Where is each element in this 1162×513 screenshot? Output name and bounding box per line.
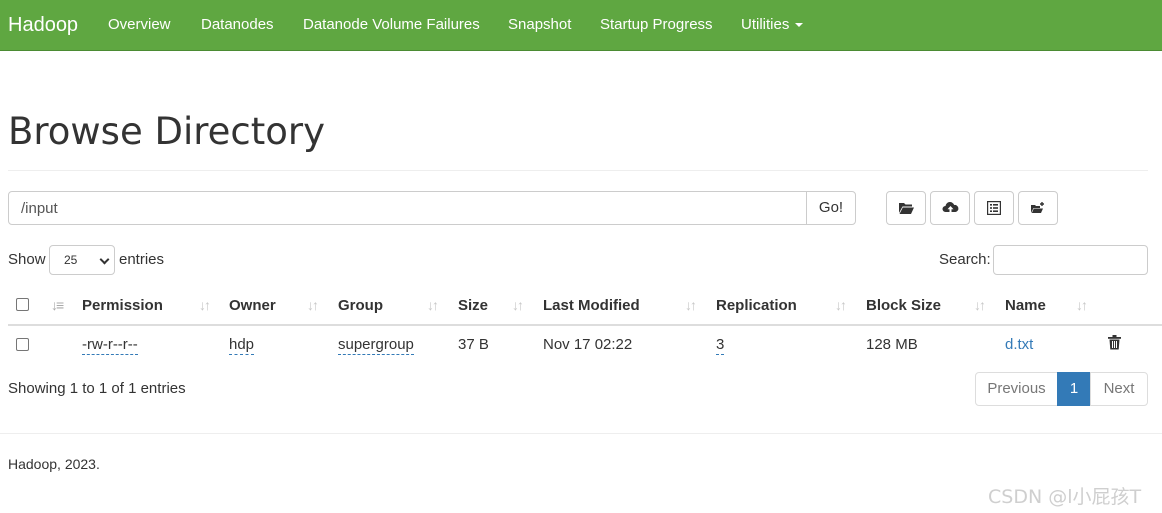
nav-utilities-label: Utilities (741, 16, 790, 33)
cell-last-modified: Nov 17 02:22 (543, 336, 633, 353)
search-label: Search: (939, 251, 991, 268)
cloud-upload-icon (942, 202, 958, 214)
nav-snapshot[interactable]: Snapshot (508, 16, 571, 33)
cell-permission[interactable]: -rw-r--r-- (82, 336, 138, 355)
cell-replication[interactable]: 3 (716, 336, 725, 355)
chevron-down-icon (99, 254, 110, 265)
paste-icon (1031, 202, 1044, 213)
col-header-group[interactable]: Group (338, 297, 383, 314)
sort-asc-icon[interactable]: ↓≡ (51, 297, 64, 313)
folder-open-icon (899, 203, 914, 214)
caret-down-icon (795, 23, 804, 28)
file-name-link[interactable]: d.txt (1005, 336, 1033, 353)
create-directory-button[interactable] (886, 191, 926, 225)
sort-icon[interactable]: ↓↑ (974, 297, 986, 313)
watermark-text: CSDN @l小屁孩T (988, 486, 1142, 508)
table-info-status: Showing 1 to 1 of 1 entries (8, 380, 186, 397)
top-navbar: Hadoop Overview Datanodes Datanode Volum… (0, 0, 1162, 51)
search-input[interactable] (993, 245, 1148, 275)
sort-icon[interactable]: ↓↑ (685, 297, 697, 313)
previous-page-button[interactable]: Previous (975, 372, 1058, 406)
row-select-checkbox[interactable] (16, 338, 29, 351)
brand-link[interactable]: Hadoop (8, 14, 78, 37)
show-label: Show (8, 251, 46, 268)
col-header-permission[interactable]: Permission (82, 297, 163, 314)
select-all-checkbox[interactable] (16, 298, 29, 311)
sort-icon[interactable]: ↓↑ (199, 297, 211, 313)
table-header-divider (8, 324, 1162, 326)
col-header-name[interactable]: Name (1005, 297, 1046, 314)
nav-overview[interactable]: Overview (108, 16, 171, 33)
cell-block-size: 128 MB (866, 336, 918, 353)
sort-icon[interactable]: ↓↑ (835, 297, 847, 313)
directory-path-input[interactable] (8, 191, 807, 225)
title-divider (8, 170, 1148, 171)
sort-icon[interactable]: ↓↑ (512, 297, 524, 313)
footer-text: Hadoop, 2023. (8, 456, 100, 472)
cell-group[interactable]: supergroup (338, 336, 414, 355)
list-alt-icon (987, 201, 1001, 215)
col-header-size[interactable]: Size (458, 297, 488, 314)
footer-divider (0, 433, 1162, 434)
col-header-replication[interactable]: Replication (716, 297, 797, 314)
entries-per-page-select[interactable]: 25 (49, 245, 115, 275)
nav-datanodes[interactable]: Datanodes (201, 16, 274, 33)
entries-select-value: 25 (64, 253, 78, 267)
sort-icon[interactable]: ↓↑ (1076, 297, 1088, 313)
col-header-last-modified[interactable]: Last Modified (543, 297, 640, 314)
upload-files-button[interactable] (930, 191, 970, 225)
go-button[interactable]: Go! (806, 191, 856, 225)
next-page-button[interactable]: Next (1090, 372, 1148, 406)
col-header-block-size[interactable]: Block Size (866, 297, 941, 314)
paste-button[interactable] (1018, 191, 1058, 225)
nav-utilities-dropdown[interactable]: Utilities (741, 16, 804, 33)
cut-paste-button[interactable] (974, 191, 1014, 225)
page-title: Browse Directory (8, 110, 326, 153)
sort-icon[interactable]: ↓↑ (307, 297, 319, 313)
nav-datanode-volume-failures[interactable]: Datanode Volume Failures (303, 16, 480, 33)
entries-label: entries (119, 251, 165, 268)
cell-owner[interactable]: hdp (229, 336, 255, 355)
cell-size: 37 B (458, 336, 489, 353)
page-1-button[interactable]: 1 (1057, 372, 1091, 406)
nav-startup-progress[interactable]: Startup Progress (600, 16, 713, 33)
trash-icon[interactable] (1108, 335, 1121, 350)
sort-icon[interactable]: ↓↑ (427, 297, 439, 313)
col-header-owner[interactable]: Owner (229, 297, 276, 314)
